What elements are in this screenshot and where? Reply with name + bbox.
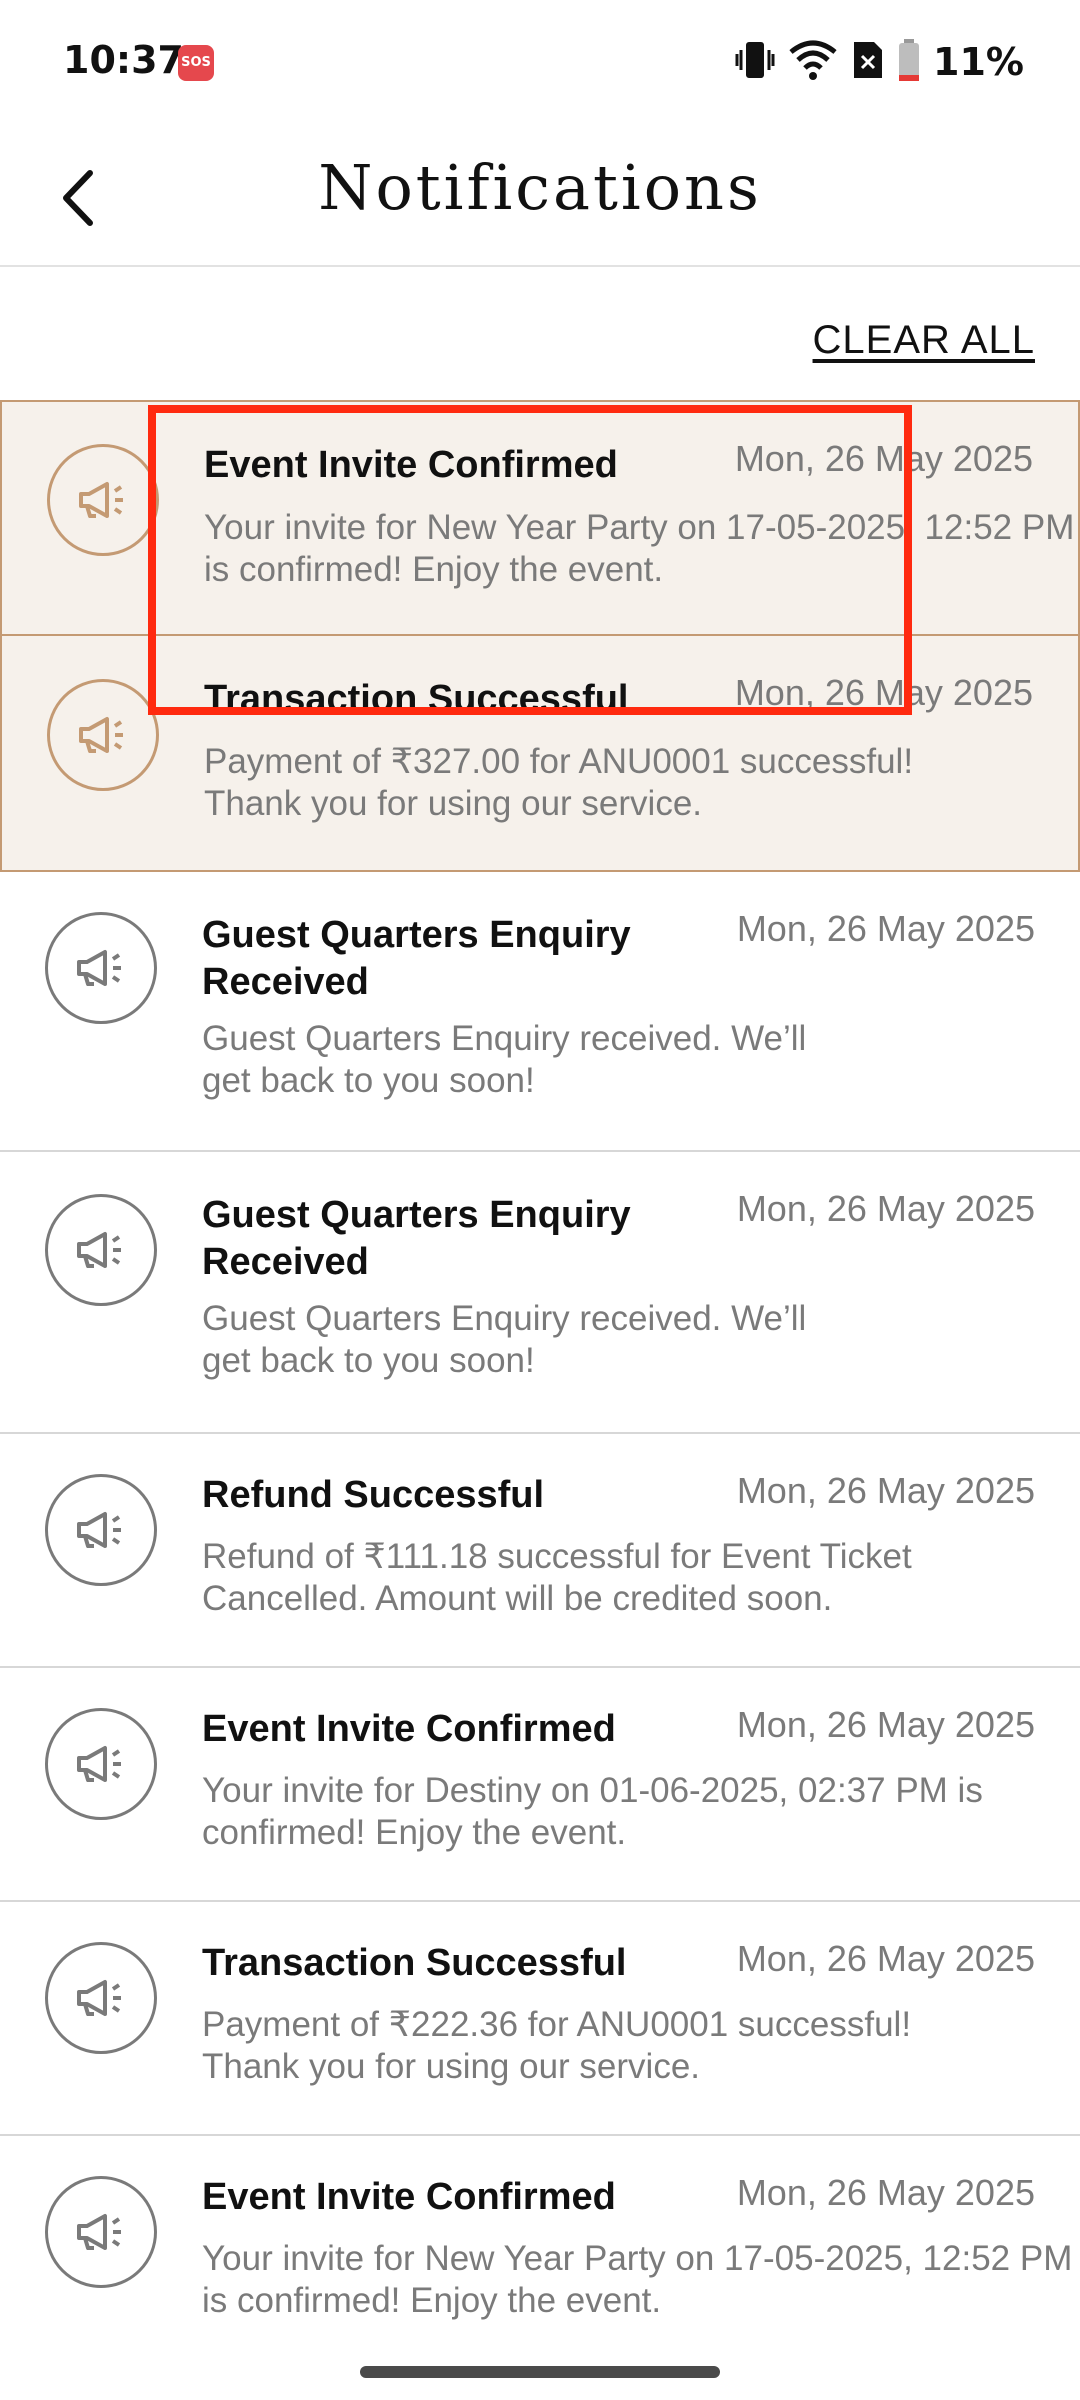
notification-date: Mon, 26 May 2025 [736, 1938, 1035, 1979]
no-sim-icon [851, 38, 885, 87]
notification-date: Mon, 26 May 2025 [736, 1188, 1035, 1229]
megaphone-icon [45, 1194, 157, 1306]
sos-icon: SOS [178, 45, 214, 81]
megaphone-icon [45, 1474, 157, 1586]
vibrate-icon [735, 38, 775, 87]
status-icons: 11% [735, 38, 1024, 86]
clear-all-button[interactable]: CLEAR ALL [813, 318, 1035, 363]
notification-title: Event Invite Confirmed [202, 2176, 616, 2218]
megaphone-icon [45, 912, 157, 1024]
notification-body: Your invite for New Year Party on 17-05-… [204, 508, 1075, 589]
battery-icon [897, 38, 921, 87]
page-title: Notifications [318, 151, 762, 224]
notification-title: Refund Successful [202, 1474, 545, 1516]
notification-item[interactable]: Guest Quarters Enquiry Received Mon, 26 … [0, 1152, 1080, 1434]
megaphone-icon [47, 679, 159, 791]
notification-body: Refund of ₹111.18 successful for Event T… [202, 1537, 912, 1618]
notification-date: Mon, 26 May 2025 [736, 908, 1035, 949]
megaphone-icon [45, 1708, 157, 1820]
notification-title: Guest Quarters Enquiry Received [202, 1194, 631, 1283]
notification-body: Payment of ₹222.36 for ANU0001 successfu… [202, 2005, 912, 2086]
battery-percentage: 11% [933, 40, 1024, 84]
notification-title: Event Invite Confirmed [204, 444, 618, 486]
notification-item[interactable]: Refund Successful Mon, 26 May 2025 Refun… [0, 1434, 1080, 1668]
notification-body: Your invite for Destiny on 01-06-2025, 0… [202, 1771, 983, 1852]
home-indicator[interactable] [360, 2366, 720, 2378]
app-header: Notifications [0, 125, 1080, 267]
megaphone-icon [47, 444, 159, 556]
notification-item[interactable]: Event Invite Confirmed Mon, 26 May 2025 … [0, 2136, 1080, 2376]
notification-body: Your invite for New Year Party on 17-05-… [202, 2239, 1073, 2320]
notification-date: Mon, 26 May 2025 [736, 1470, 1035, 1511]
notification-date: Mon, 26 May 2025 [734, 438, 1033, 479]
notification-title: Guest Quarters Enquiry Received [202, 914, 631, 1003]
notification-body: Payment of ₹327.00 for ANU0001 successfu… [204, 742, 914, 823]
notification-item[interactable]: Event Invite Confirmed Mon, 26 May 2025 … [0, 400, 1080, 636]
megaphone-icon [45, 2176, 157, 2288]
notification-date: Mon, 26 May 2025 [736, 2172, 1035, 2213]
notification-item[interactable]: Transaction Successful Mon, 26 May 2025 … [0, 636, 1080, 872]
notification-body: Guest Quarters Enquiry received. We’ll g… [202, 1019, 807, 1100]
notification-title: Transaction Successful [202, 1942, 627, 1984]
notification-item[interactable]: Transaction Successful Mon, 26 May 2025 … [0, 1902, 1080, 2136]
status-bar: 10:37 SOS 11% [0, 0, 1080, 125]
wifi-icon [787, 38, 839, 87]
status-time: 10:37 [63, 38, 184, 82]
notification-date: Mon, 26 May 2025 [736, 1704, 1035, 1745]
notification-date: Mon, 26 May 2025 [734, 672, 1033, 713]
notification-item[interactable]: Event Invite Confirmed Mon, 26 May 2025 … [0, 1668, 1080, 1902]
notification-title: Transaction Successful [204, 678, 629, 720]
notification-item[interactable]: Guest Quarters Enquiry Received Mon, 26 … [0, 872, 1080, 1152]
notification-body: Guest Quarters Enquiry received. We’ll g… [202, 1299, 807, 1380]
megaphone-icon [45, 1942, 157, 2054]
notification-list: Event Invite Confirmed Mon, 26 May 2025 … [0, 400, 1080, 2376]
notification-title: Event Invite Confirmed [202, 1708, 616, 1750]
